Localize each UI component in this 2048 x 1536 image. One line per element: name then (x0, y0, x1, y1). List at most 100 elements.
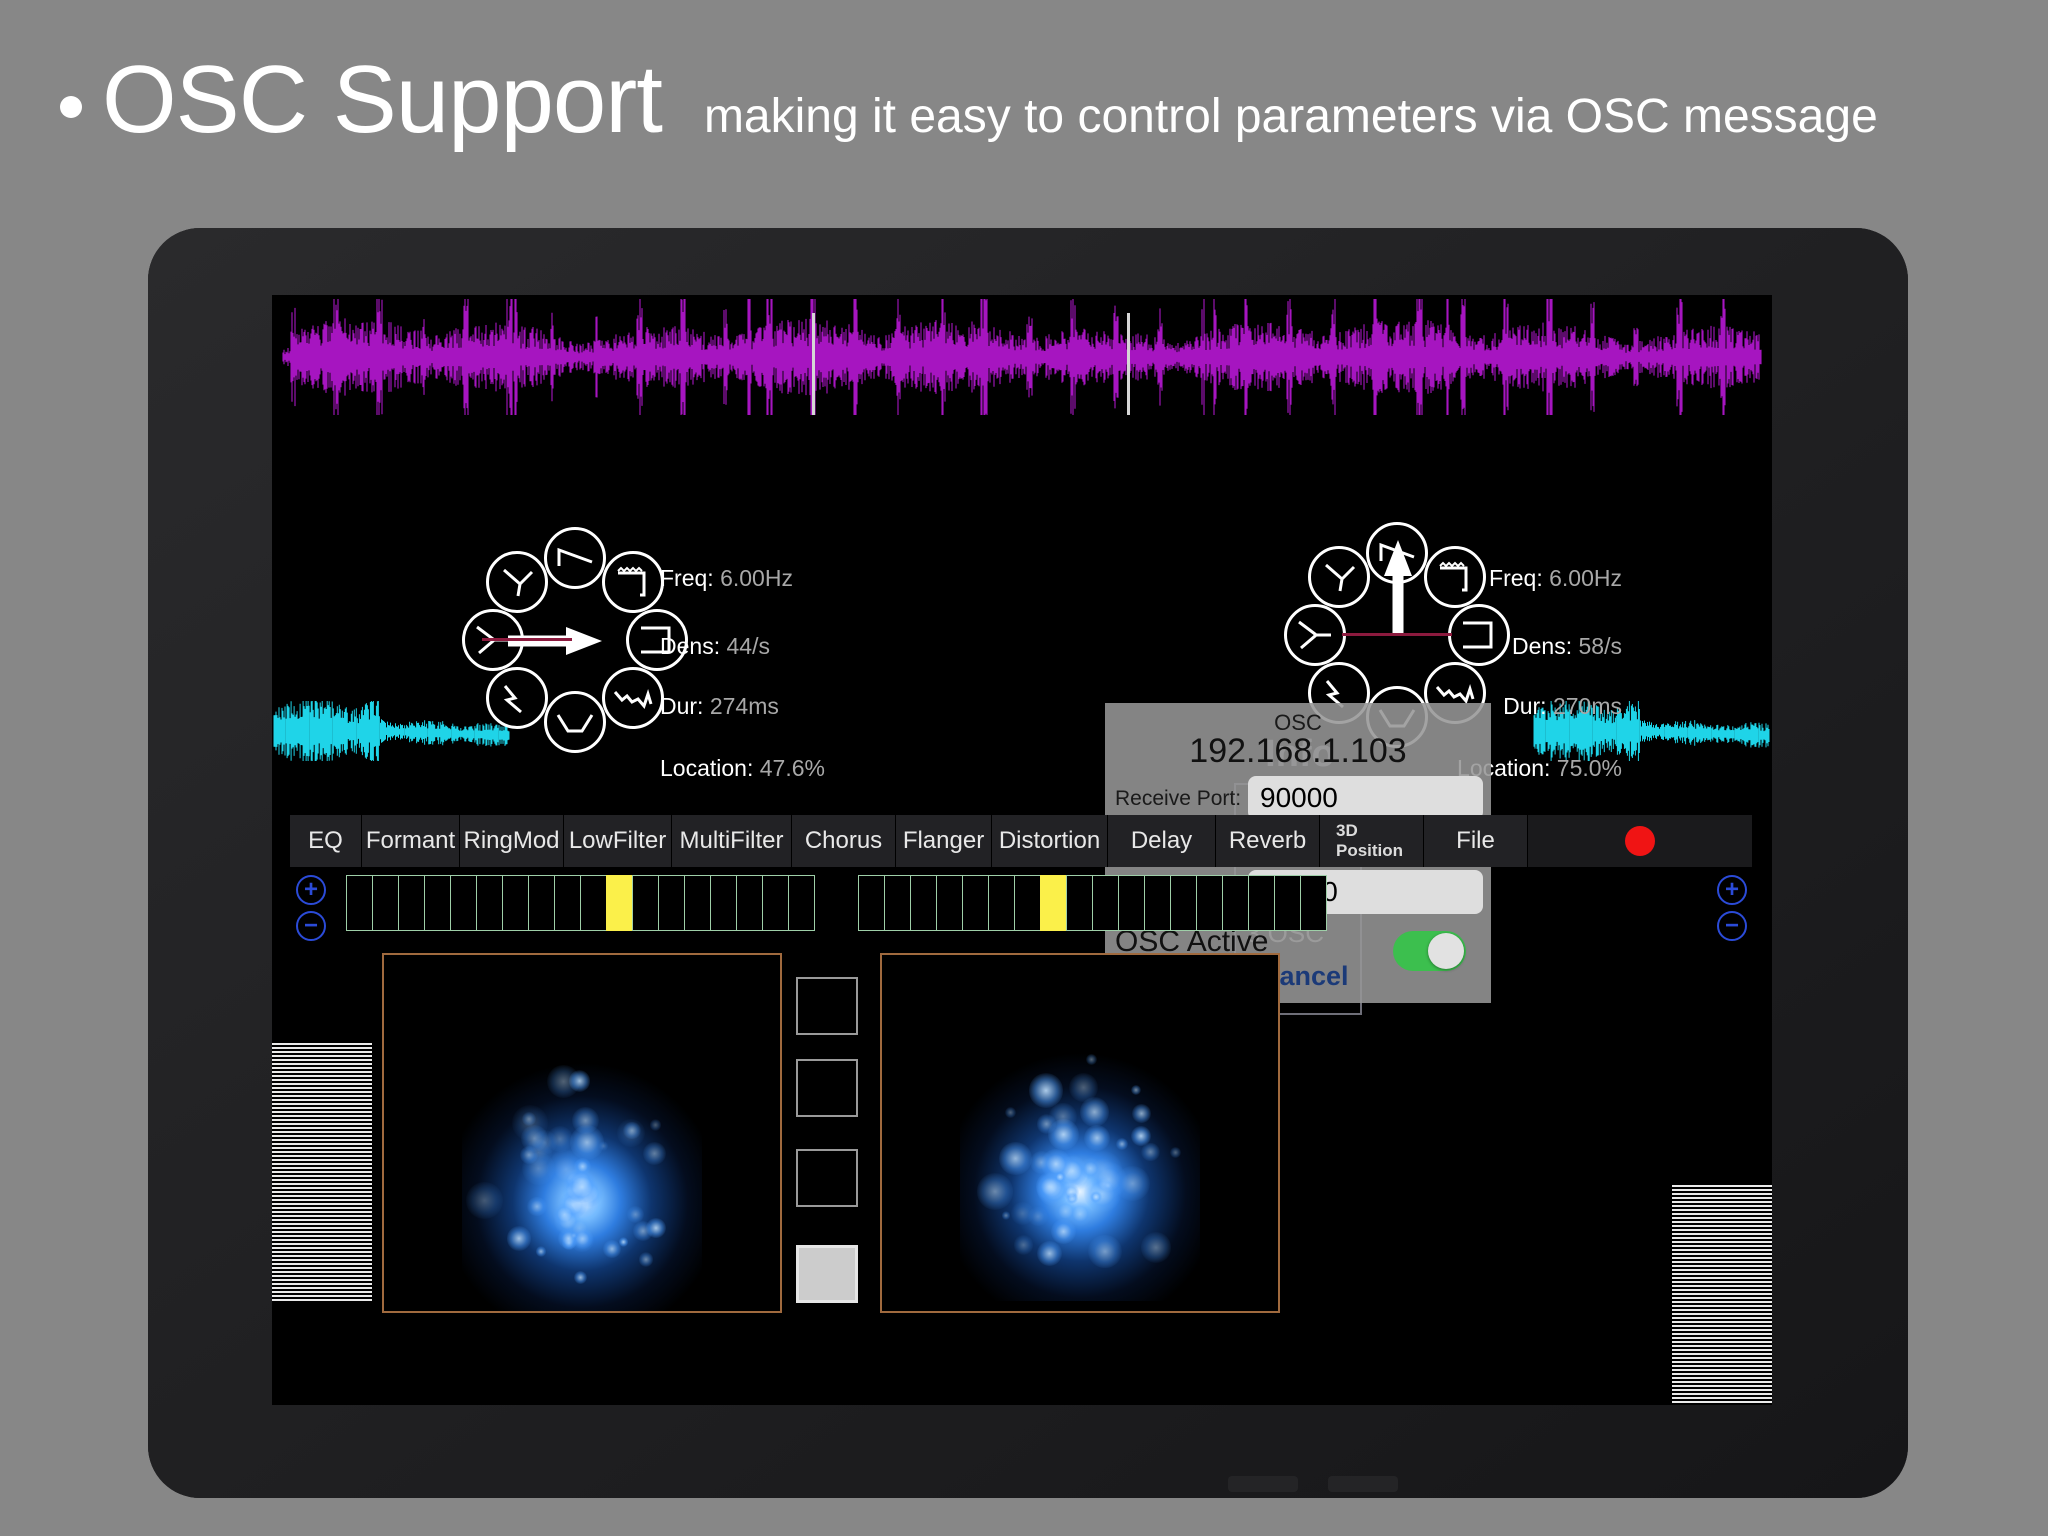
bottom-button-right[interactable] (1328, 1476, 1398, 1492)
particle-view-right[interactable] (880, 953, 1280, 1313)
sequencer-step[interactable] (424, 875, 451, 931)
sequencer-step[interactable] (658, 875, 685, 931)
sequencer-step[interactable] (684, 875, 711, 931)
param-left-freq: Freq: 6.00Hz (660, 565, 793, 592)
sequencer-step[interactable] (632, 875, 659, 931)
sequencer-grid-left[interactable] (346, 875, 815, 931)
grain-shape-selector-left[interactable] (460, 525, 690, 755)
sequencer-step[interactable] (1170, 875, 1197, 931)
particle-speck (1088, 1234, 1122, 1269)
grain-controls-area: Freq: 6.00Hz Dens: 44/s Dur: 274ms Location… (272, 415, 1772, 851)
sequencer-step[interactable] (372, 875, 399, 931)
particle-speck (573, 1270, 587, 1284)
sequencer-step[interactable] (736, 875, 763, 931)
param-value: 58/s (1578, 633, 1622, 659)
middle-button-2[interactable] (796, 1059, 858, 1117)
sequencer-step[interactable] (1066, 875, 1093, 931)
cone-wave-icon[interactable] (544, 691, 606, 753)
sequencer-step[interactable] (788, 875, 815, 931)
tab-3d-position[interactable]: 3D Position (1320, 815, 1424, 867)
sequencer-step[interactable] (1144, 875, 1171, 931)
dialog-ip-address: 192.168.1.103 (1189, 732, 1407, 770)
sequencer-step[interactable] (1300, 875, 1327, 931)
sequencer-step[interactable] (1014, 875, 1041, 931)
sequencer-step[interactable] (884, 875, 911, 931)
tab-eq[interactable]: EQ (290, 815, 362, 867)
particle-speck (650, 1119, 662, 1131)
bottom-button-left[interactable] (1228, 1476, 1298, 1492)
sequencer-step[interactable] (936, 875, 963, 931)
left-minus-button[interactable]: − (296, 911, 326, 941)
sequencer-step[interactable] (962, 875, 989, 931)
noisy-wave-icon[interactable] (601, 666, 664, 729)
sequencer-step[interactable] (606, 875, 633, 931)
pinch-wave-icon[interactable] (1284, 604, 1346, 666)
middle-button-3[interactable] (796, 1149, 858, 1207)
playhead-marker-1[interactable] (812, 313, 815, 415)
tab-formant[interactable]: Formant (362, 815, 460, 867)
right-plus-button[interactable]: + (1717, 875, 1747, 905)
particle-view-left[interactable] (382, 953, 782, 1313)
sequencer-step[interactable] (1092, 875, 1119, 931)
tab-multifilter[interactable]: MultiFilter (672, 815, 792, 867)
selector-pointer-arrow[interactable] (508, 625, 604, 662)
sequencer-step[interactable] (858, 875, 885, 931)
param-value: 6.00Hz (720, 565, 793, 591)
param-right-dens: Dens: 58/s (1512, 633, 1622, 660)
playhead-marker-2[interactable] (1127, 313, 1130, 415)
ramp-up-wave-icon[interactable] (544, 527, 606, 589)
selector-pointer-arrow[interactable] (1382, 538, 1414, 639)
sequencer-step[interactable] (502, 875, 529, 931)
particle-speck (602, 1240, 621, 1258)
param-value: 44/s (726, 633, 770, 659)
sequencer-step[interactable] (910, 875, 937, 931)
sequencer-step[interactable] (346, 875, 373, 931)
sequencer-step[interactable] (1274, 875, 1301, 931)
sequencer-step[interactable] (1196, 875, 1223, 931)
tab-flanger[interactable]: Flanger (896, 815, 992, 867)
zigzag-wave-icon[interactable] (486, 666, 549, 729)
record-button[interactable] (1528, 815, 1753, 867)
particle-speck (521, 1111, 536, 1126)
sequencer-step[interactable] (1118, 875, 1145, 931)
sequencer-step[interactable] (710, 875, 737, 931)
sequencer-step[interactable] (1248, 875, 1275, 931)
tab-chorus[interactable]: Chorus (792, 815, 896, 867)
sequencer-step[interactable] (554, 875, 581, 931)
tab-reverb[interactable]: Reverb (1216, 815, 1320, 867)
screenshot-root: OSC Support making it easy to control pa… (0, 0, 2048, 1536)
middle-button-1[interactable] (796, 977, 858, 1035)
middle-button-4[interactable] (796, 1245, 858, 1303)
stepped-wave-icon[interactable] (601, 551, 664, 614)
param-label: Dur: (660, 693, 704, 719)
visualization-row (272, 953, 1772, 1405)
sequencer-step[interactable] (398, 875, 425, 931)
sequencer-step[interactable] (988, 875, 1015, 931)
tab-ringmod[interactable]: RingMod (460, 815, 564, 867)
effect-tab-bar[interactable]: EQ Formant RingMod LowFilter MultiFilter Chor… (290, 815, 1753, 867)
particle-speck (1170, 1147, 1181, 1158)
right-minus-button[interactable]: − (1717, 911, 1747, 941)
sequencer-step[interactable] (1222, 875, 1249, 931)
ramp-down-wave-icon[interactable] (486, 551, 549, 614)
sequencer-step[interactable] (762, 875, 789, 931)
receive-port-input[interactable] (1248, 775, 1483, 820)
sequencer-step[interactable] (580, 875, 607, 931)
sequencer-grid-right[interactable] (858, 875, 1327, 931)
left-plus-button[interactable]: + (296, 875, 326, 905)
sequencer-step[interactable] (1040, 875, 1067, 931)
tab-distortion[interactable]: Distortion (992, 815, 1108, 867)
ramp-down-wave-icon[interactable] (1308, 546, 1371, 609)
main-waveform-display[interactable] (272, 295, 1772, 415)
stepped-wave-icon[interactable] (1423, 546, 1486, 609)
param-right-freq: Freq: 6.00Hz (1489, 565, 1622, 592)
particle-speck (623, 1121, 641, 1139)
particle-speck (1037, 1240, 1063, 1266)
square-wave-icon[interactable] (1448, 604, 1510, 666)
tab-lowfilter[interactable]: LowFilter (564, 815, 672, 867)
tab-delay[interactable]: Delay (1108, 815, 1216, 867)
sequencer-step[interactable] (476, 875, 503, 931)
sequencer-step[interactable] (450, 875, 477, 931)
tab-file[interactable]: File (1424, 815, 1528, 867)
sequencer-step[interactable] (528, 875, 555, 931)
